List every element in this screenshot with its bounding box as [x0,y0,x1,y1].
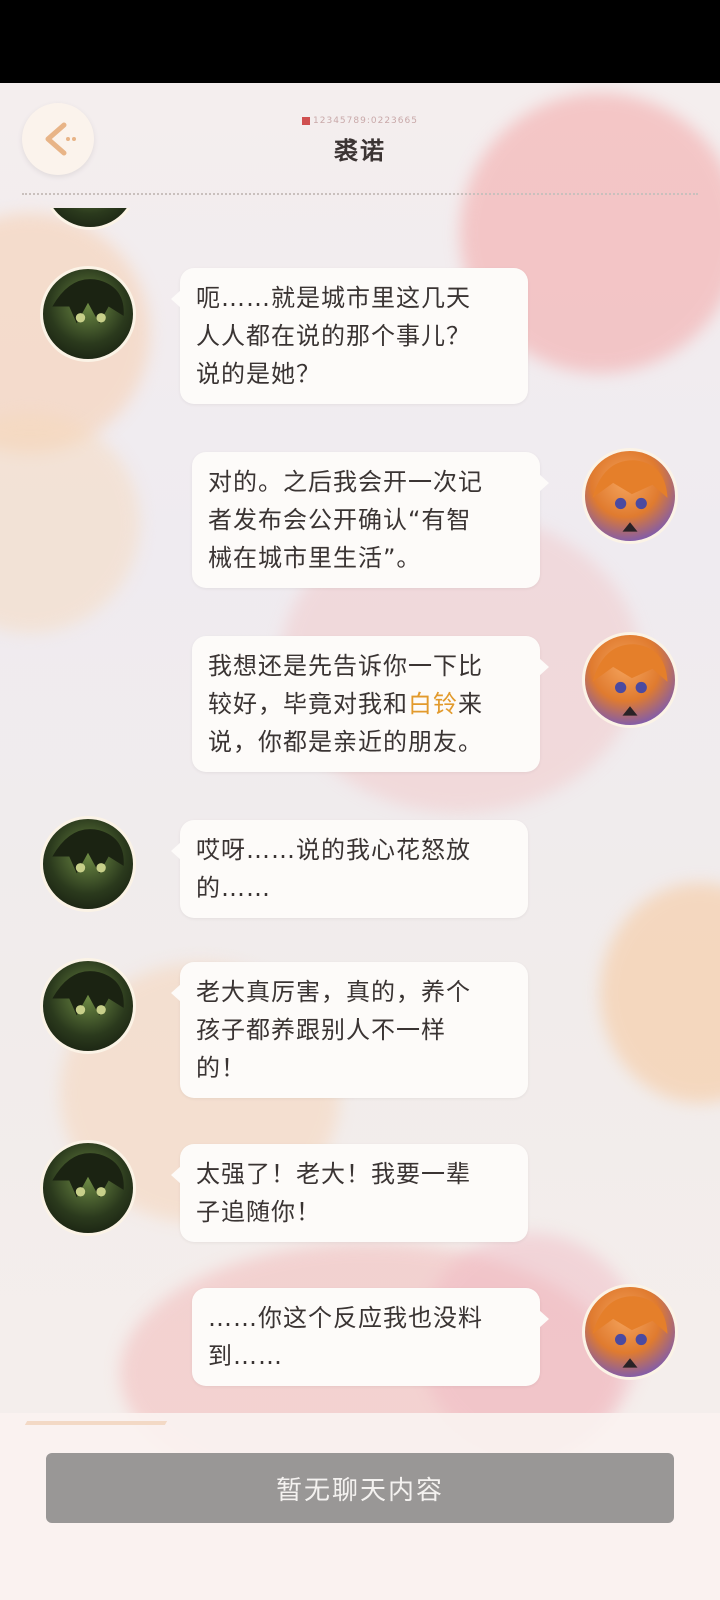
chat-input-button[interactable]: 暂无聊天内容 [46,1453,674,1523]
character-portrait [52,971,124,1016]
character-portrait [52,279,124,324]
avatar [582,632,678,728]
avatar [40,816,136,912]
avatar [582,448,678,544]
header-divider [22,193,698,195]
character-portrait [592,1296,668,1368]
character-portrait [592,460,668,532]
message-bubble: 我想还是先告诉你一下比 较好，毕竟对我和白铃来 说，你都是亲近的朋友。 [192,636,549,772]
character-portrait [52,829,124,874]
chat-header: 12345789:0223665 裘诺 [0,83,720,195]
message-bubble: 哎呀……说的我心花怒放 的…… [171,820,528,918]
chat-footer: 暂无聊天内容 [0,1413,720,1600]
avatar [40,958,136,1054]
status-bar [0,0,720,83]
chat-title: 裘诺 [334,137,386,165]
message-bubble: 老大真厉害，真的，养个 孩子都养跟别人不一样 的！ [171,962,528,1098]
message-bubble: 呃……就是城市里这几天 人人都在说的那个事儿？ 说的是她？ [171,268,528,404]
character-portrait [52,1153,124,1198]
user-id: 12345789:0223665 [0,116,720,126]
character-portrait [592,644,668,716]
message-bubble: ……你这个反应我也没料 到…… [192,1288,549,1386]
highlighted-name: 白铃 [408,690,458,718]
decorative-stripe [24,1421,168,1425]
avatar [40,266,136,362]
message-bubble: 太强了！老大！我要一辈 子追随你！ [171,1144,528,1242]
avatar [40,1140,136,1236]
avatar [582,1284,678,1380]
message-bubble: 对的。之后我会开一次记 者发布会公开确认“有智 械在城市里生活”。 [192,452,549,588]
